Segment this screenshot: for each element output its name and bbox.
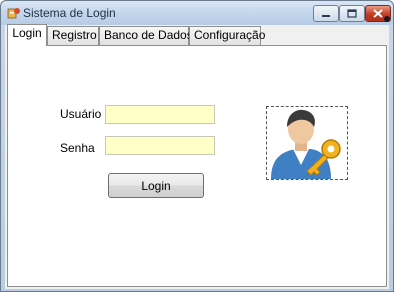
minimize-icon xyxy=(322,14,330,17)
login-tab-panel: Usuário Senha Login xyxy=(7,45,387,287)
login-button[interactable]: Login xyxy=(108,173,204,198)
maximize-button[interactable] xyxy=(339,5,365,22)
tab-registro[interactable]: Registro xyxy=(47,26,99,45)
password-label: Senha xyxy=(60,141,95,155)
login-window: Sistema de Login Login Registro Banco de… xyxy=(0,0,394,292)
user-picture-box xyxy=(266,106,348,180)
app-icon xyxy=(7,8,20,19)
tab-configuracao[interactable]: Configuração xyxy=(189,26,265,45)
window-title: Sistema de Login xyxy=(23,6,116,20)
tab-banco-de-dados[interactable]: Banco de Dados xyxy=(99,26,193,45)
user-label: Usuário xyxy=(60,107,102,121)
minimize-button[interactable] xyxy=(313,5,339,22)
user-input[interactable] xyxy=(105,105,215,124)
client-area: Login Registro Banco de Dados Configuraç… xyxy=(5,24,389,289)
resize-grip-icon xyxy=(384,16,390,22)
user-key-icon xyxy=(271,109,341,179)
password-input[interactable] xyxy=(105,136,215,155)
title-bar[interactable]: Sistema de Login xyxy=(1,1,393,25)
maximize-icon xyxy=(347,9,357,18)
tab-login[interactable]: Login xyxy=(7,24,47,46)
close-icon xyxy=(373,9,383,18)
